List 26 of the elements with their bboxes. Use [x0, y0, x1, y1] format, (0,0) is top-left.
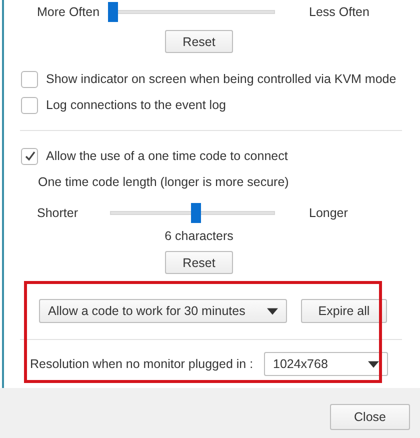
- slider-min-label: Shorter: [36, 206, 79, 220]
- close-button[interactable]: Close: [330, 404, 410, 430]
- duration-dropdown[interactable]: Allow a code to work for 30 minutes: [39, 299, 287, 323]
- slider-track[interactable]: [110, 203, 275, 223]
- slider-reading: 6 characters: [164, 229, 234, 243]
- slider-max-label: Less Often: [309, 5, 370, 19]
- resolution-dropdown[interactable]: 1024x768: [264, 352, 388, 376]
- slider-min-label: More Often: [36, 5, 101, 19]
- checkbox[interactable]: [21, 148, 38, 164]
- expire-all-button[interactable]: Expire all: [301, 299, 387, 323]
- slider-thumb[interactable]: [108, 2, 118, 22]
- check-icon: [24, 150, 36, 162]
- resolution-label: Resolution when no monitor plugged in :: [30, 357, 254, 371]
- reset-button[interactable]: Reset: [165, 251, 233, 274]
- checkbox-label: Log connections to the event log: [46, 98, 226, 112]
- caret-icon: [368, 360, 379, 368]
- checkbox[interactable]: [21, 70, 38, 88]
- slider-thumb[interactable]: [190, 203, 200, 223]
- slider-track[interactable]: [110, 2, 275, 22]
- checkbox-label: Show indicator on screen when being controlled via KVM mode: [46, 72, 396, 86]
- code-length-label: One time code length (longer is more secure): [38, 175, 289, 189]
- slider-max-label: Longer: [309, 206, 348, 220]
- caret-icon: [267, 308, 278, 314]
- checkbox[interactable]: [21, 96, 38, 114]
- reset-button[interactable]: Reset: [165, 30, 233, 53]
- checkbox-label: Allow the use of a one time code to connect: [46, 149, 288, 163]
